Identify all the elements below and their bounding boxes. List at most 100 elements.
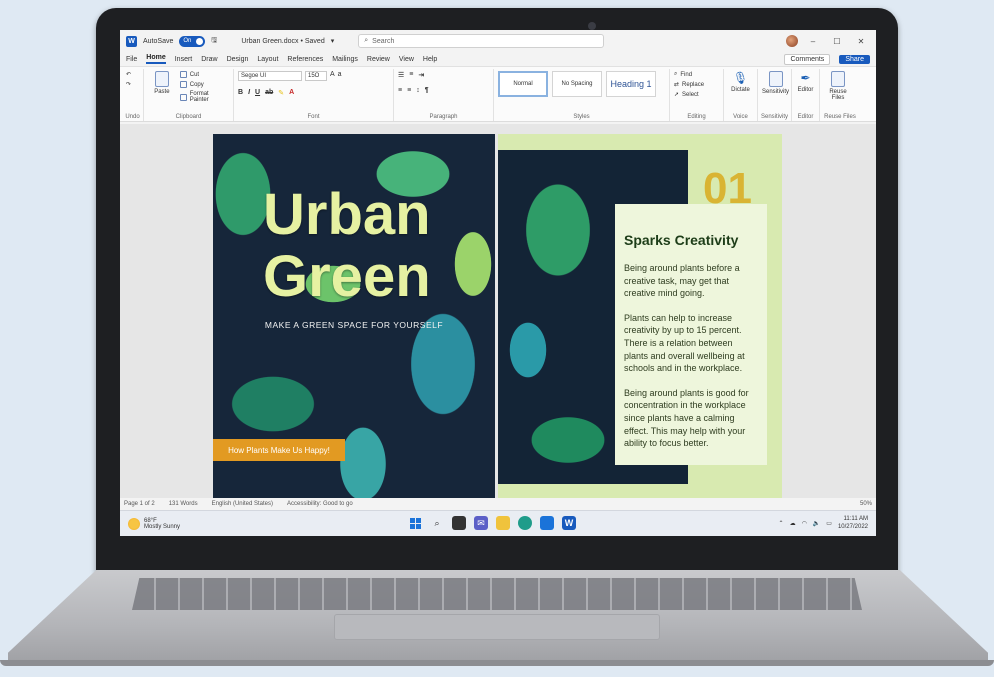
find-button[interactable]: ⌕ Find [674,71,704,78]
tab-file[interactable]: File [126,56,137,63]
language-status[interactable]: English (United States) [212,501,273,507]
redo-icon[interactable]: ↷ [126,81,131,88]
numbering-icon[interactable]: ≡ [409,71,413,79]
paragraph-group: ☰ ≡ ⇥ ≡ ≡ ↕ ¶ Paragraph [394,69,494,121]
pilcrow-icon[interactable]: ¶ [425,87,429,94]
zoom-level[interactable]: 50% [860,501,872,507]
tab-insert[interactable]: Insert [175,56,193,63]
tab-layout[interactable]: Layout [257,56,278,63]
reuse-files-group: Reuse Files Reuse Files [820,69,860,121]
page-right[interactable]: 01 Sparks Creativity Being around plants… [498,134,782,498]
italic-icon[interactable]: I [248,89,250,97]
bold-icon[interactable]: B [238,89,243,97]
file-explorer-icon[interactable] [496,516,510,530]
accessibility-status[interactable]: Accessibility: Good to go [287,501,353,507]
shrink-font-icon[interactable]: a [338,71,342,81]
format-painter-label: Format Painter [189,91,209,103]
comments-button[interactable]: Comments [784,53,831,65]
underline-icon[interactable]: U [255,89,260,97]
sensitivity-label: Sensitivity [762,89,790,95]
avatar[interactable] [786,35,798,47]
task-view-icon[interactable] [452,516,466,530]
tab-draw[interactable]: Draw [201,56,217,63]
grow-font-icon[interactable]: A [330,71,335,81]
font-size-select[interactable]: 15O [305,71,327,81]
edge-browser-icon[interactable] [518,516,532,530]
page-left[interactable]: Urban Green MAKE A GREEN SPACE FOR YOURS… [213,134,495,498]
chevron-down-icon[interactable]: ▾ [331,37,335,45]
chevron-up-icon[interactable]: ⌃ [779,520,784,527]
editor-group: ✒ Editor Editor [792,69,820,121]
document-canvas[interactable]: Urban Green MAKE A GREEN SPACE FOR YOURS… [120,124,876,498]
replace-icon: ⇄ [674,82,680,88]
save-icon[interactable]: 🖫 [211,36,217,47]
search-icon[interactable]: ⌕ [430,516,444,530]
copy-label: Copy [189,81,204,88]
reuse-files-button[interactable]: Reuse Files [824,71,852,111]
bullets-icon[interactable]: ☰ [398,71,404,79]
minimize-icon[interactable]: – [804,37,822,46]
tab-home[interactable]: Home [146,54,166,64]
format-painter-button[interactable]: Format Painter [179,91,229,103]
laptop-base-edge [0,660,994,666]
select-label: Select [682,91,699,98]
system-tray: ⌃ ☁ ◠ 🔈 ▭ 11:11 AM 10/27/2022 [779,515,868,531]
tab-help[interactable]: Help [423,56,437,63]
clock[interactable]: 11:11 AM 10/27/2022 [838,515,868,531]
font-family-select[interactable]: Segoe UI [238,71,302,81]
editor-label: Editor [797,87,814,93]
clipboard-group: Paste Cut Copy Format Painter Clipboard [144,69,234,121]
battery-icon[interactable]: ▭ [826,520,832,527]
select-button[interactable]: ➚ Select [674,91,704,99]
cloud-icon[interactable]: ☁ [790,520,796,527]
replace-button[interactable]: ⇄ Replace [674,81,704,89]
style-heading-1[interactable]: Heading 1 [606,71,656,97]
wifi-icon[interactable]: ◠ [802,520,807,527]
word-taskbar-icon[interactable]: W [562,516,576,530]
style-no-spacing[interactable]: No Spacing [552,71,602,97]
highlight-icon[interactable]: ✎ [278,89,284,97]
indent-icon[interactable]: ⇥ [418,71,424,79]
tab-references[interactable]: References [287,56,323,63]
tab-mailings[interactable]: Mailings [332,56,358,63]
strikethrough-icon[interactable]: ab [265,89,273,97]
copy-button[interactable]: Copy [179,81,229,88]
editor-button[interactable]: ✒ Editor [796,71,815,111]
font-color-icon[interactable]: A [289,89,294,97]
line-spacing-icon[interactable]: ↕ [416,87,420,94]
document-title[interactable]: Urban Green.docx • Saved [241,38,324,45]
undo-icon[interactable]: ↶ [126,71,131,78]
search-placeholder: Search [372,37,395,45]
cursor-icon: ➚ [674,92,680,98]
style-normal[interactable]: Normal [498,71,548,97]
autosave-toggle[interactable]: On [179,35,206,47]
cover-callout: How Plants Make Us Happy! [213,439,345,461]
windows-start-icon[interactable] [408,516,422,530]
cut-button[interactable]: Cut [179,71,229,78]
share-button[interactable]: Share [839,54,870,64]
tab-review[interactable]: Review [367,56,390,63]
font-group-label: Font [307,114,320,120]
weather-widget[interactable]: 68°F Mostly Sunny [128,517,180,530]
sensitivity-group-label: Sensitivity [760,114,788,120]
chat-icon[interactable]: ✉ [474,516,488,530]
align-center-icon[interactable]: ≡ [407,87,411,94]
screen: W AutoSave On 🖫 Urban Green.docx • Saved… [120,30,876,536]
taskbar: 68°F Mostly Sunny ⌕ ✉ W ⌃ ☁ ◠ 🔈 ▭ 11:11 … [120,510,876,536]
align-left-icon[interactable]: ≡ [398,87,402,94]
dictate-label: Dictate [731,87,750,93]
sensitivity-button[interactable]: Sensitivity [762,71,789,111]
search-input[interactable]: ⌕ Search [358,34,605,48]
tab-view[interactable]: View [399,56,414,63]
editing-group-label: Editing [687,114,706,120]
cover-title: Urban Green [263,184,431,308]
page-count[interactable]: Page 1 of 2 [124,501,155,507]
paste-button[interactable]: Paste [148,71,176,111]
store-icon[interactable] [540,516,554,530]
word-count[interactable]: 131 Words [169,501,198,507]
dictate-button[interactable]: 🎙 Dictate [728,71,753,111]
maximize-icon[interactable]: ☐ [828,37,846,46]
close-icon[interactable]: ✕ [852,37,870,46]
tab-design[interactable]: Design [227,56,249,63]
volume-icon[interactable]: 🔈 [813,520,820,527]
